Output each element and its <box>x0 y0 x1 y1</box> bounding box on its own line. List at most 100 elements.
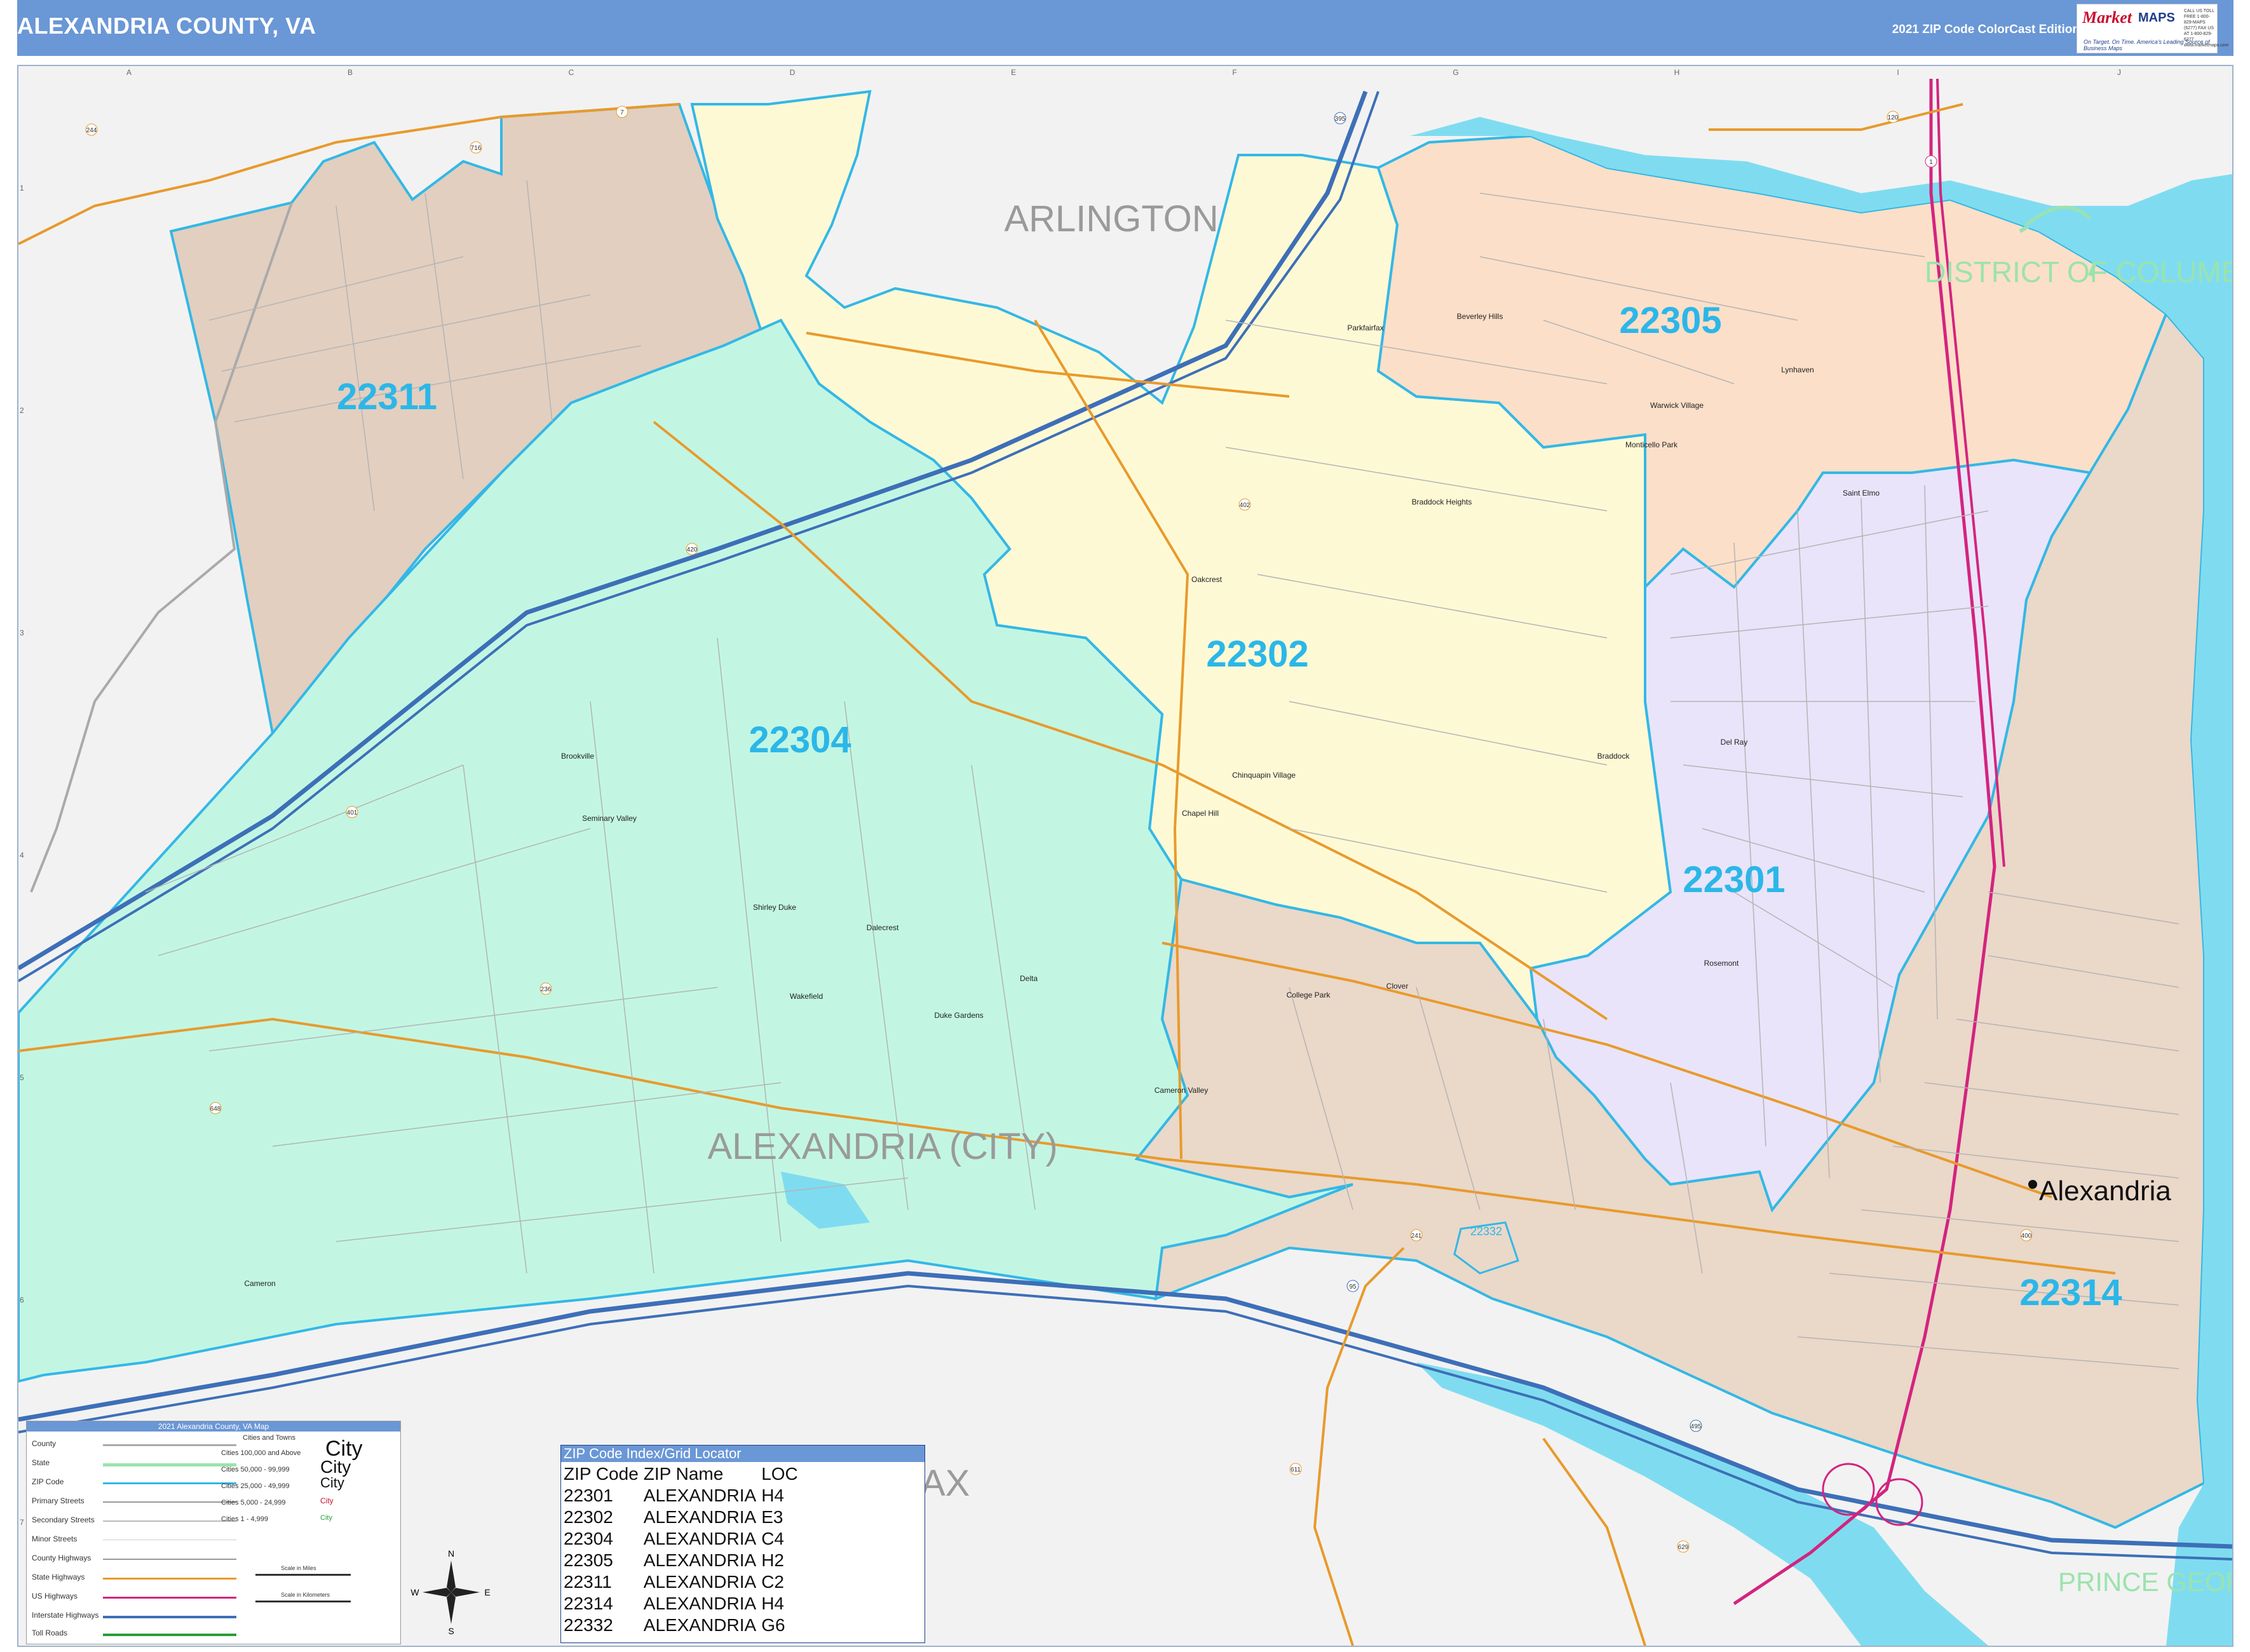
zip-index-header-row: ZIP Code ZIP Name LOC <box>564 1463 803 1485</box>
road-shield: 120 <box>1887 111 1899 123</box>
svg-text:611: 611 <box>1291 1466 1301 1473</box>
legend-swatch-interstate <box>103 1616 236 1618</box>
legend-city-class: Cities 1 - 4,999 <box>221 1515 268 1523</box>
table-row[interactable]: 22304 ALEXANDRIA C4 <box>564 1528 803 1550</box>
table-row[interactable]: 22311 ALEXANDRIA C2 <box>564 1571 803 1593</box>
grid-row: 5 <box>20 1073 24 1082</box>
road-shield: 402 <box>1238 498 1251 511</box>
zip-label-22301: 22301 <box>1683 859 1785 900</box>
grid-col: D <box>790 68 796 77</box>
place-label: Monticello Park <box>1625 440 1678 449</box>
market-maps-logo[interactable]: Market MAPS On Target. On Time. America'… <box>2077 4 2229 53</box>
compass-w: W <box>410 1587 419 1597</box>
legend-swatch-county-hwy <box>103 1559 236 1560</box>
region-label-prince-georges-partial: PRINCE GEORG <box>2058 1567 2232 1597</box>
svg-text:402: 402 <box>1240 502 1250 509</box>
grid-row: 3 <box>20 628 24 637</box>
place-label: Beverley Hills <box>1457 312 1503 321</box>
map-frame[interactable]: ARLINGTON ALEXANDRIA (CITY) DISTRICT OF … <box>17 65 2233 1647</box>
table-row[interactable]: 22305 ALEXANDRIA H2 <box>564 1550 803 1571</box>
grid-col: B <box>348 68 353 77</box>
place-label: Braddock Heights <box>1412 498 1472 506</box>
place-label: Dalecrest <box>867 923 899 932</box>
legend-item-county-hwy: County Highways <box>32 1554 91 1562</box>
place-label: Seminary Valley <box>582 814 637 823</box>
grid-col: C <box>569 68 574 77</box>
legend-city-demo: City <box>320 1514 332 1522</box>
legend-city-demo: City <box>320 1496 334 1505</box>
svg-text:1: 1 <box>1929 159 1933 166</box>
svg-text:648: 648 <box>210 1106 221 1113</box>
place-label: Parkfairfax <box>1347 323 1383 332</box>
road-shield: 395 <box>1334 112 1346 125</box>
road-shield: 401 <box>346 806 358 818</box>
place-label: College Park <box>1287 991 1331 999</box>
place-label: Shirley Duke <box>753 903 796 912</box>
svg-text:241: 241 <box>1411 1233 1422 1240</box>
road-shield: 241 <box>1410 1229 1423 1242</box>
map-canvas[interactable]: ARLINGTON ALEXANDRIA (CITY) DISTRICT OF … <box>18 66 2232 1646</box>
road-shield: 648 <box>209 1102 222 1114</box>
grid-col: G <box>1453 68 1458 77</box>
table-row[interactable]: 22302 ALEXANDRIA E3 <box>564 1506 803 1528</box>
road-shield: 1 <box>1925 155 1937 168</box>
legend-title: 2021 Alexandria County, VA Map <box>27 1421 400 1432</box>
grid-row: 4 <box>20 851 24 860</box>
svg-text:236: 236 <box>541 986 552 993</box>
grid-row: 1 <box>20 184 24 193</box>
zip-index-col-name: ZIP Name <box>643 1464 724 1484</box>
logo-maps: MAPS <box>2138 11 2175 25</box>
road-shield: 611 <box>1289 1463 1302 1475</box>
grid-row: 2 <box>20 406 24 415</box>
place-label: Warwick Village <box>1650 401 1704 410</box>
legend-swatch-county <box>103 1444 236 1446</box>
zip-label-22304: 22304 <box>749 719 851 761</box>
svg-text:7: 7 <box>620 109 624 116</box>
legend-city-class: Cities 5,000 - 24,999 <box>221 1499 286 1506</box>
place-label: Oakcrest <box>1191 575 1223 584</box>
zip-index-col-zip: ZIP Code <box>564 1464 639 1484</box>
legend-swatch-state <box>103 1463 236 1466</box>
zip-label-22332: 22332 <box>1470 1225 1502 1238</box>
city-label-alexandria[interactable]: Alexandria <box>2039 1175 2171 1207</box>
edition-label: 2021 ZIP Code ColorCast Edition <box>1892 23 2080 36</box>
place-label: Cameron Valley <box>1155 1086 1208 1095</box>
legend-item-state: State <box>32 1458 50 1467</box>
place-label: Braddock <box>1597 752 1630 761</box>
scale-km-label: Scale in Kilometers <box>281 1592 330 1598</box>
place-label: Del Ray <box>1721 738 1748 747</box>
title-bar: ALEXANDRIA COUNTY, VA 2021 ZIP Code Colo… <box>17 0 2233 56</box>
grid-col: I <box>1897 68 1899 77</box>
grid-row: 6 <box>20 1296 24 1304</box>
zip-index-table: ZIP Code Index/Grid Locator ZIP Code ZIP… <box>560 1445 925 1643</box>
place-label: Chinquapin Village <box>1232 771 1296 780</box>
road-shield: 95 <box>1346 1280 1359 1292</box>
zip-label-22302: 22302 <box>1206 633 1308 675</box>
zip-index-grid: ZIP Code ZIP Name LOC 22301 ALEXANDRIA H4 … <box>564 1463 803 1636</box>
compass-s: S <box>448 1626 454 1636</box>
svg-text:400: 400 <box>2021 1233 2032 1240</box>
region-label-fairfax-partial: AX <box>921 1463 970 1504</box>
place-label: Cameron <box>244 1279 275 1288</box>
logo-contact: CALL US TOLL FREE 1-800-829-MAPS (6277) … <box>2184 9 2229 48</box>
place-label: Clover <box>1386 982 1409 991</box>
zip-label-22311: 22311 <box>337 376 437 417</box>
legend-item-toll: Toll Roads <box>32 1628 68 1637</box>
legend-item-state-hwy: State Highways <box>32 1573 85 1581</box>
table-row[interactable]: 22301 ALEXANDRIA H4 <box>564 1485 803 1506</box>
table-row[interactable]: 22314 ALEXANDRIA H4 <box>564 1593 803 1615</box>
legend-item-us-hwy: US Highways <box>32 1592 78 1601</box>
place-label: Lynhaven <box>1781 365 1814 374</box>
road-shield: 420 <box>686 543 698 555</box>
legend-swatch-state-hwy <box>103 1578 236 1580</box>
legend-city-demo: City <box>320 1475 344 1491</box>
logo-brand: Market <box>2082 8 2132 27</box>
legend-item-minor: Minor Streets <box>32 1534 78 1543</box>
legend-swatch-toll <box>103 1634 236 1636</box>
zip-index-title: ZIP Code Index/Grid Locator <box>561 1446 925 1462</box>
svg-text:395: 395 <box>1335 116 1346 123</box>
zip-label-22305: 22305 <box>1619 300 1721 341</box>
legend-item-interstate: Interstate Highways <box>32 1611 99 1620</box>
table-row[interactable]: 22332 ALEXANDRIA G6 <box>564 1615 803 1636</box>
svg-text:120: 120 <box>1888 114 1899 121</box>
